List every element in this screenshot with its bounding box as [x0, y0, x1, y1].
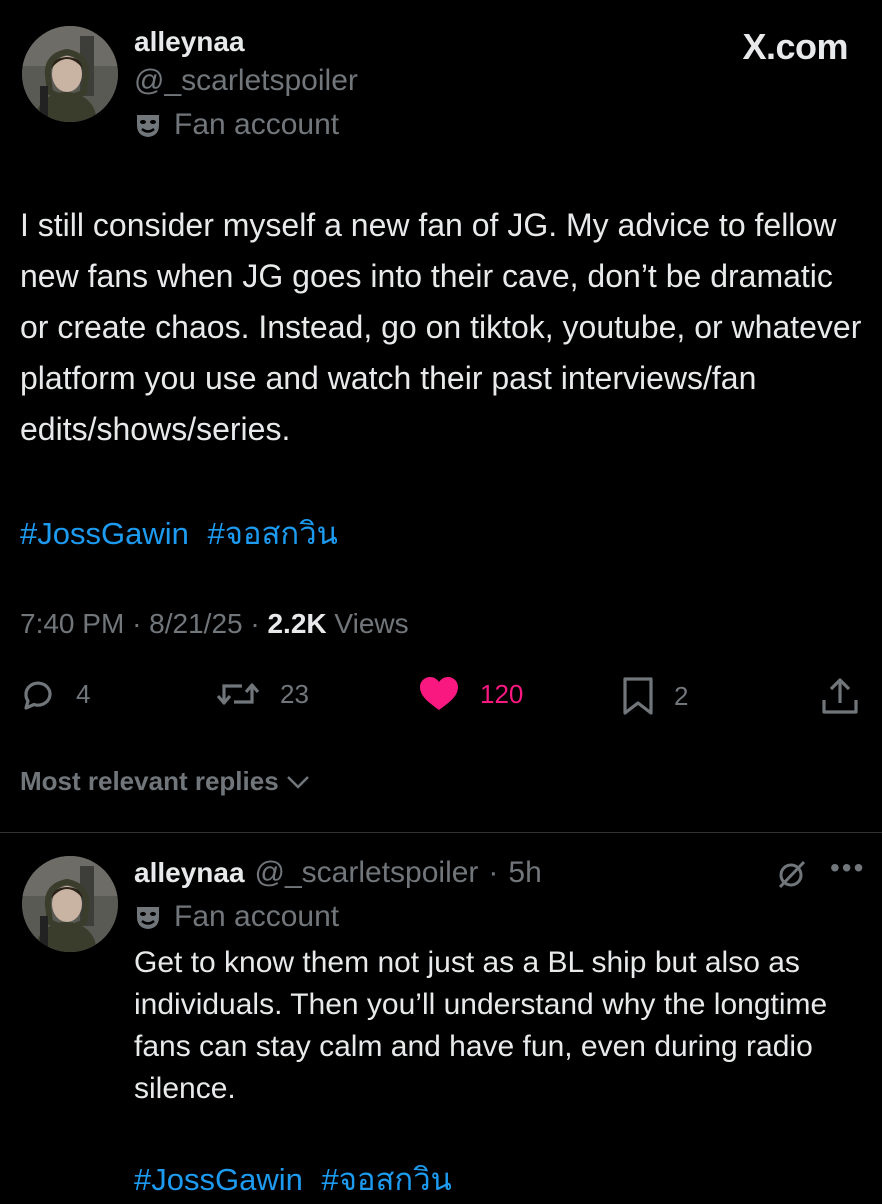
replies-sort-label: Most relevant replies	[20, 766, 279, 796]
reply-fan-account-text: Fan account	[174, 900, 340, 933]
reply-hashtags: #JossGawin #จอสกวิน	[134, 1154, 452, 1204]
replies-sort-dropdown[interactable]: Most relevant replies	[20, 766, 311, 797]
avatar[interactable]	[22, 26, 118, 122]
repost-icon	[216, 683, 260, 705]
post-time[interactable]: 7:40 PM	[20, 608, 124, 639]
share-icon	[822, 678, 858, 714]
post-hashtags: #JossGawin #จอสกวิน	[20, 508, 338, 558]
reply-text: Get to know them not just as a BL ship b…	[134, 946, 828, 1105]
post-date[interactable]: 8/21/25	[149, 608, 242, 639]
chevron-down-icon	[286, 775, 309, 789]
like-count: 120	[480, 678, 524, 709]
repost-button[interactable]: 23	[216, 676, 309, 712]
theater-mask-icon	[134, 111, 162, 139]
avatar-photo	[22, 26, 118, 122]
site-logo-text: X.com	[742, 26, 848, 67]
reply-count: 4	[76, 678, 91, 709]
repost-count: 23	[280, 678, 309, 709]
fan-account-text: Fan account	[174, 108, 340, 141]
hashtag-link[interactable]: #JossGawin	[134, 1162, 303, 1197]
reply-author-handle[interactable]: @_scarletspoiler	[255, 856, 479, 890]
post-text: I still consider myself a new fan of JG.…	[20, 207, 862, 447]
hashtag-link[interactable]: #จอสกวิน	[321, 1162, 451, 1197]
author-handle[interactable]: @_scarletspoiler	[134, 64, 358, 98]
fan-account-label: Fan account	[134, 108, 339, 142]
section-divider	[0, 832, 882, 833]
more-options-icon[interactable]: •••	[830, 852, 865, 884]
reply-age[interactable]: 5h	[508, 856, 541, 890]
theater-mask-icon	[134, 903, 162, 931]
bookmark-icon	[623, 677, 653, 715]
like-button[interactable]: 120	[418, 676, 523, 712]
hashtag-link[interactable]: #จอสกวิน	[207, 516, 337, 551]
views-count: 2.2K	[267, 608, 327, 639]
bookmark-count: 2	[674, 680, 689, 711]
reply-author-name[interactable]: alleynaa	[134, 857, 245, 889]
share-button[interactable]	[820, 676, 860, 716]
author-name[interactable]: alleynaa	[134, 26, 245, 58]
reply-icon	[24, 681, 52, 710]
reply-button[interactable]: 4	[20, 676, 90, 712]
views-label: Views	[334, 608, 409, 639]
hashtag-link[interactable]: #JossGawin	[20, 516, 189, 551]
bookmark-button[interactable]: 2	[622, 676, 688, 716]
post-meta: 7:40 PM · 8/21/25 · 2.2K Views	[20, 608, 409, 639]
reply-fan-account-label: Fan account	[134, 900, 339, 934]
reply-avatar[interactable]	[22, 856, 118, 952]
avatar-photo	[22, 856, 118, 952]
heart-icon	[420, 677, 458, 710]
grok-icon[interactable]	[776, 858, 808, 895]
reply-header: alleynaa @_scarletspoiler · 5h	[134, 856, 542, 890]
